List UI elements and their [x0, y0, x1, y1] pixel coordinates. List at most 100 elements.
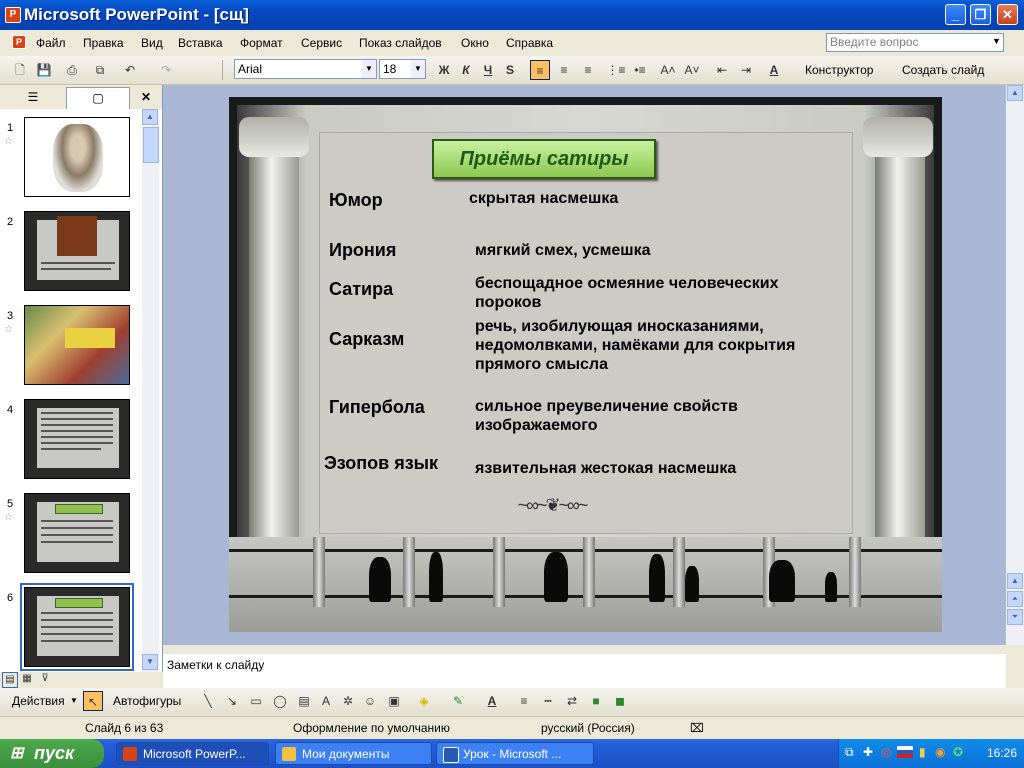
- def-sarcasm[interactable]: речь, изобилующая иносказаниями, недомол…: [475, 317, 845, 374]
- numbering-icon[interactable]: ⋮≡: [606, 60, 626, 80]
- task-powerpoint[interactable]: Microsoft PowerP...: [116, 742, 269, 765]
- volume-icon[interactable]: ✚: [863, 745, 873, 759]
- notes-pane[interactable]: Заметки к слайду: [163, 651, 1006, 688]
- chevron-down-icon[interactable]: ▼: [362, 60, 376, 78]
- menu-insert[interactable]: Вставка: [178, 36, 223, 50]
- def-hyperbole[interactable]: сильное преувеличение свойств изображаем…: [475, 397, 815, 435]
- arrow-style-icon[interactable]: ⇄: [562, 691, 582, 711]
- slide-thumbnail-6[interactable]: [20, 583, 134, 671]
- slide-heading-box[interactable]: Приёмы сатиры: [432, 139, 656, 179]
- decrease-font-icon[interactable]: A˅: [682, 60, 702, 80]
- wordart-icon[interactable]: A: [316, 691, 336, 711]
- chevron-down-icon[interactable]: ▼: [411, 60, 425, 78]
- shadow-button[interactable]: S: [500, 60, 520, 80]
- close-panel-icon[interactable]: ✕: [138, 87, 154, 108]
- scroll-up-icon[interactable]: ▲: [142, 109, 158, 125]
- slide-thumbnail-3[interactable]: [24, 305, 130, 385]
- normal-view-icon[interactable]: ▤: [2, 672, 18, 688]
- slide-thumbnail-5[interactable]: [24, 493, 130, 573]
- increase-indent-icon[interactable]: ⇥: [736, 60, 756, 80]
- task-my-documents[interactable]: Мои документы: [275, 742, 432, 765]
- def-irony[interactable]: мягкий смех, усмешка: [475, 241, 835, 260]
- term-sarcasm[interactable]: Сарказм: [329, 329, 404, 350]
- dash-style-icon[interactable]: ┅: [538, 691, 558, 711]
- copy-icon[interactable]: ⧉: [90, 60, 110, 80]
- new-slide-button[interactable]: Создать слайд: [902, 63, 984, 77]
- tray-app-icon[interactable]: ◉: [935, 745, 945, 759]
- menu-help[interactable]: Справка: [506, 36, 553, 50]
- shadow-style-icon[interactable]: ■: [586, 691, 606, 711]
- increase-font-icon[interactable]: A˄: [658, 60, 678, 80]
- print-icon[interactable]: ⎙: [62, 60, 82, 80]
- font-name-combo[interactable]: Arial ▼: [234, 59, 377, 79]
- def-humor[interactable]: скрытая насмешка: [469, 189, 829, 208]
- slide-scrollbar[interactable]: ▲ ▲ ⏶ ⏷: [1006, 85, 1024, 645]
- start-button[interactable]: ⊞ пуск: [0, 739, 104, 768]
- def-satire[interactable]: беспощадное осмеяние человеческих пороко…: [475, 274, 845, 312]
- 3d-style-icon[interactable]: ◼: [610, 691, 630, 711]
- decrease-indent-icon[interactable]: ⇤: [712, 60, 732, 80]
- font-color-icon[interactable]: A: [764, 60, 784, 80]
- previous-slide-icon[interactable]: ⏶: [1007, 591, 1023, 607]
- menu-edit[interactable]: Правка: [83, 36, 124, 50]
- ask-question-input[interactable]: Введите вопрос: [826, 33, 1004, 52]
- scroll-up-icon[interactable]: ▲: [1007, 573, 1023, 589]
- term-aesopian[interactable]: Эзопов язык: [324, 453, 438, 474]
- outline-tab-icon[interactable]: ☰: [4, 87, 62, 108]
- rectangle-icon[interactable]: ▭: [246, 691, 266, 711]
- bullets-icon[interactable]: •≡: [630, 60, 650, 80]
- term-hyperbole[interactable]: Гипербола: [329, 397, 425, 418]
- font-color-icon[interactable]: A: [482, 691, 502, 711]
- slides-panel-scrollbar[interactable]: ▲ ▼: [142, 109, 159, 672]
- menu-file[interactable]: Файл: [36, 36, 66, 50]
- restore-button[interactable]: ❐: [970, 4, 991, 25]
- redo-icon[interactable]: ↷: [156, 60, 176, 80]
- slide-thumbnail-2[interactable]: [24, 211, 130, 291]
- scroll-down-icon[interactable]: ▼: [142, 654, 158, 670]
- font-size-combo[interactable]: 18 ▼: [379, 59, 426, 79]
- slideshow-view-icon[interactable]: ⊽: [38, 672, 52, 686]
- close-button[interactable]: ✕: [997, 4, 1018, 25]
- menu-tools[interactable]: Сервис: [301, 36, 342, 50]
- clipart-icon[interactable]: ☺: [360, 691, 380, 711]
- bold-button[interactable]: Ж: [434, 60, 454, 80]
- def-aesopian[interactable]: язвительная жестокая насмешка: [475, 459, 845, 478]
- term-satire[interactable]: Сатира: [329, 279, 393, 300]
- update-icon[interactable]: ✪: [953, 745, 963, 759]
- align-left-button[interactable]: ≡: [530, 60, 550, 80]
- minimize-button[interactable]: _: [945, 4, 966, 25]
- new-document-icon[interactable]: 🗋: [10, 60, 30, 80]
- chevron-down-icon[interactable]: ▼: [70, 696, 78, 705]
- scroll-up-icon[interactable]: ▲: [1007, 85, 1023, 101]
- align-right-button[interactable]: ≡: [578, 60, 598, 80]
- save-icon[interactable]: 💾: [34, 60, 54, 80]
- align-center-button[interactable]: ≡: [554, 60, 574, 80]
- slides-tab-icon[interactable]: ▢: [66, 87, 130, 109]
- menu-slideshow[interactable]: Показ слайдов: [359, 36, 442, 50]
- network-icon[interactable]: ⧉: [845, 745, 854, 760]
- scroll-thumb[interactable]: [143, 127, 159, 163]
- term-irony[interactable]: Ирония: [329, 240, 396, 261]
- term-humor[interactable]: Юмор: [329, 190, 383, 211]
- slide-thumbnail-4[interactable]: [24, 399, 130, 479]
- menu-format[interactable]: Формат: [240, 36, 283, 50]
- picture-icon[interactable]: ▣: [384, 691, 404, 711]
- language-flag-icon[interactable]: [897, 746, 913, 758]
- ask-dropdown-icon[interactable]: ▼: [992, 36, 1001, 46]
- actions-menu[interactable]: Действия: [12, 694, 65, 708]
- oval-icon[interactable]: ◯: [270, 691, 290, 711]
- underline-button[interactable]: Ч: [478, 60, 498, 80]
- sorter-view-icon[interactable]: ▦: [20, 672, 34, 686]
- arrow-icon[interactable]: ↘: [222, 691, 242, 711]
- next-slide-icon[interactable]: ⏷: [1007, 609, 1023, 625]
- current-slide[interactable]: Приёмы сатиры Юмор скрытая насмешка Ирон…: [229, 97, 942, 632]
- textbox-icon[interactable]: ▤: [294, 691, 314, 711]
- battery-icon[interactable]: ▮: [919, 745, 926, 759]
- italic-button[interactable]: К: [456, 60, 476, 80]
- line-color-icon[interactable]: ✎: [448, 691, 468, 711]
- fill-color-icon[interactable]: ◈: [414, 691, 434, 711]
- task-word[interactable]: Урок - Microsoft ...: [436, 742, 594, 765]
- line-style-icon[interactable]: ≡: [514, 691, 534, 711]
- undo-icon[interactable]: ↶: [120, 60, 140, 80]
- designer-button[interactable]: Конструктор: [805, 63, 873, 77]
